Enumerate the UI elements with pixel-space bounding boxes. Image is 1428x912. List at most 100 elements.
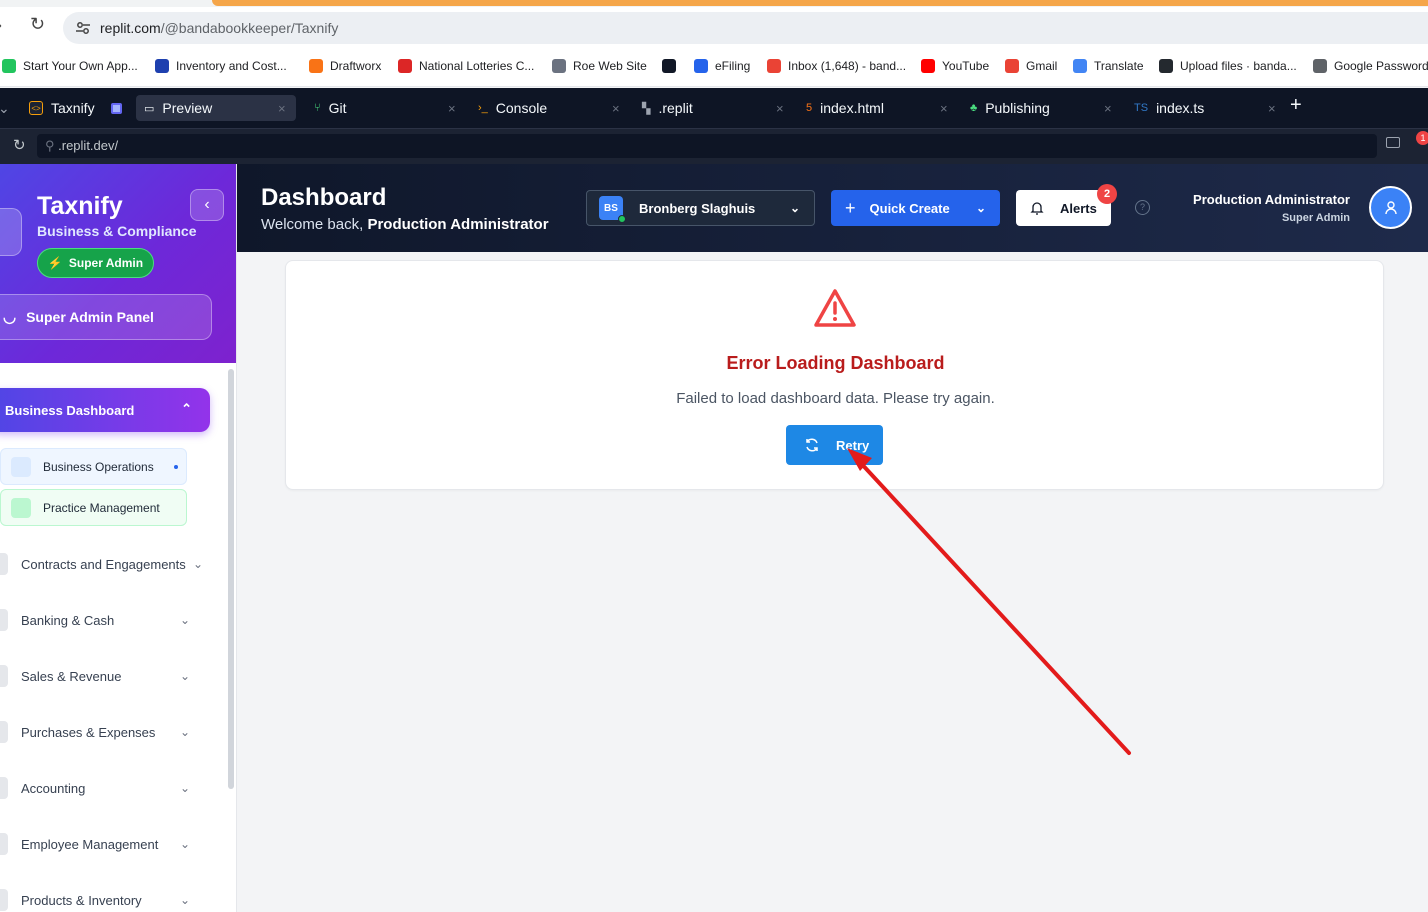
chevron-down-icon: ⌄ [179,725,190,739]
bookmark-item[interactable] [662,59,683,73]
bookmark-item[interactable]: Inbox (1,648) - band... [767,59,906,73]
sidebar-nav-item[interactable]: Accounting ⌄ [0,770,220,806]
replit-tab[interactable]: ⑂ Git × [306,95,466,121]
url-field[interactable]: replit.com/@bandabookkeeper/Taxnify [63,12,1428,44]
preview-url-field[interactable]: ⚲ .replit.dev/ [37,134,1377,158]
chevron-down-icon: ⌄ [179,781,190,795]
help-icon[interactable]: ? [1135,200,1150,215]
nav-item-icon [0,833,8,855]
sidebar-subitem-label: Practice Management [43,500,160,515]
bookmark-favicon-icon [155,59,169,73]
sidebar-nav-item-label: Contracts and Engagements [21,556,186,572]
site-settings-icon[interactable] [75,20,91,36]
bookmark-favicon-icon [921,59,935,73]
browser-top-strip [0,0,1428,7]
bookmark-item[interactable]: Draftworx [309,59,381,73]
replit-tab[interactable]: 5 index.html × [798,95,958,121]
user-role: Super Admin [1281,212,1350,224]
replit-tab[interactable]: TS index.ts × [1126,95,1286,121]
bookmark-item[interactable]: Upload files · banda... [1159,59,1297,73]
agent-icon[interactable] [110,102,122,114]
bookmark-favicon-icon [398,59,412,73]
close-icon[interactable]: × [448,101,456,116]
company-initials: BS [604,202,618,214]
sidebar-nav-item-label: Purchases & Expenses [21,724,156,740]
sidebar-nav-item[interactable]: Banking & Cash ⌄ [0,602,220,638]
sidebar-subitem[interactable]: Practice Management [0,489,187,526]
sidebar-nav-item[interactable]: Contracts and Engagements ⌄ [0,546,220,582]
sidebar-nav-item[interactable]: Sales & Revenue ⌄ [0,658,220,694]
tab-label: Git [328,100,347,116]
close-icon[interactable]: × [776,101,784,116]
quick-create-button[interactable]: + Quick Create ⌄ [831,190,1000,226]
bookmark-item[interactable]: eFiling [694,59,750,73]
sidebar-subitem[interactable]: Business Operations [0,448,187,485]
bolt-icon: ⚡ [47,256,63,270]
replit-tab[interactable]: ›_ Console × [470,95,630,121]
link-icon: ⚲ [45,138,59,153]
tab-label: .replit [658,100,693,116]
super-admin-panel-button[interactable]: ◡ Super Admin Panel [0,294,212,340]
preview-toolbar: ↻ ⚲ .replit.dev/ 1 [0,128,1428,164]
reload-icon[interactable]: ↻ [30,14,45,35]
bookmark-favicon-icon [552,59,566,73]
bookmark-label: Upload files · banda... [1180,59,1297,73]
chevron-down-icon: ⌄ [179,669,190,683]
warning-icon [814,289,856,327]
sidebar-scrollbar[interactable] [228,369,234,789]
subitem-icon [11,497,31,518]
retry-button[interactable]: Retry [786,425,883,465]
replit-tab[interactable]: ▚ .replit × [634,95,794,121]
bookmark-favicon-icon [662,59,676,73]
bookmark-item[interactable]: Translate [1073,59,1144,73]
tab-file-icon: 5 [806,102,813,114]
replit-tab[interactable]: ▭ Preview × [136,95,296,121]
bookmark-label: Gmail [1026,59,1058,73]
close-icon[interactable]: × [278,101,286,116]
project-name: Taxnify [51,100,95,116]
sidebar-nav-item[interactable]: Employee Management ⌄ [0,826,220,862]
page-title: Dashboard [261,184,387,211]
sidebar-nav-item[interactable]: Products & Inventory ⌄ [0,882,220,912]
alerts-count-badge: 2 [1097,184,1117,204]
nav-item-icon [0,889,8,911]
close-icon[interactable]: × [612,101,620,116]
tab-file-icon: TS [1134,102,1149,114]
bookmark-item[interactable]: YouTube [921,59,989,73]
nav-business-dashboard[interactable]: Business Dashboard ⌃ [0,388,210,432]
tab-label: index.ts [1156,100,1205,116]
close-icon[interactable]: × [1104,101,1112,116]
project-switcher[interactable]: <> Taxnify [29,95,122,121]
bookmark-item[interactable]: Google Password [1313,59,1428,73]
chevron-down-icon[interactable]: ⌄ [0,95,10,121]
bookmark-item[interactable]: Start Your Own App... [2,59,138,73]
bookmark-item[interactable]: Inventory and Cost... [155,59,287,73]
bookmark-item[interactable]: Roe Web Site [552,59,647,73]
sidebar-nav-item[interactable]: Purchases & Expenses ⌄ [0,714,220,750]
nav-item-icon [0,553,8,575]
bookmark-favicon-icon [1159,59,1173,73]
app-logo-icon [0,208,22,256]
bookmark-favicon-icon [767,59,781,73]
devices-icon[interactable] [1386,137,1400,148]
close-icon[interactable]: × [1268,101,1276,116]
chevron-up-icon: ⌃ [181,401,192,416]
super-admin-badge: ⚡ Super Admin [37,248,154,278]
browser-address-bar: › ↻ replit.com/@bandabookkeeper/Taxnify [0,7,1428,47]
company-selector[interactable]: BS Bronberg Slaghuis ⌄ [586,190,815,226]
new-tab-button[interactable]: + [1290,92,1302,118]
user-avatar[interactable] [1369,186,1412,229]
close-icon[interactable]: × [940,101,948,116]
bookmark-favicon-icon [2,59,16,73]
replit-tab[interactable]: ♣ Publishing × [962,95,1122,121]
bookmark-item[interactable]: Gmail [1005,59,1057,73]
chevron-down-icon: ⌄ [179,837,190,851]
url-path: /@bandabookkeeper/Taxnify [160,20,339,36]
taxnify-app: Taxnify Business & Compliance ‹ ⚡ Super A… [0,164,1428,912]
forward-icon[interactable]: › [0,15,2,36]
collapse-sidebar-button[interactable]: ‹ [190,189,224,221]
bookmark-item[interactable]: National Lotteries C... [398,59,534,73]
preview-reload-icon[interactable]: ↻ [13,136,26,154]
user-icon [1384,200,1397,214]
tab-file-icon: ▭ [144,102,155,115]
